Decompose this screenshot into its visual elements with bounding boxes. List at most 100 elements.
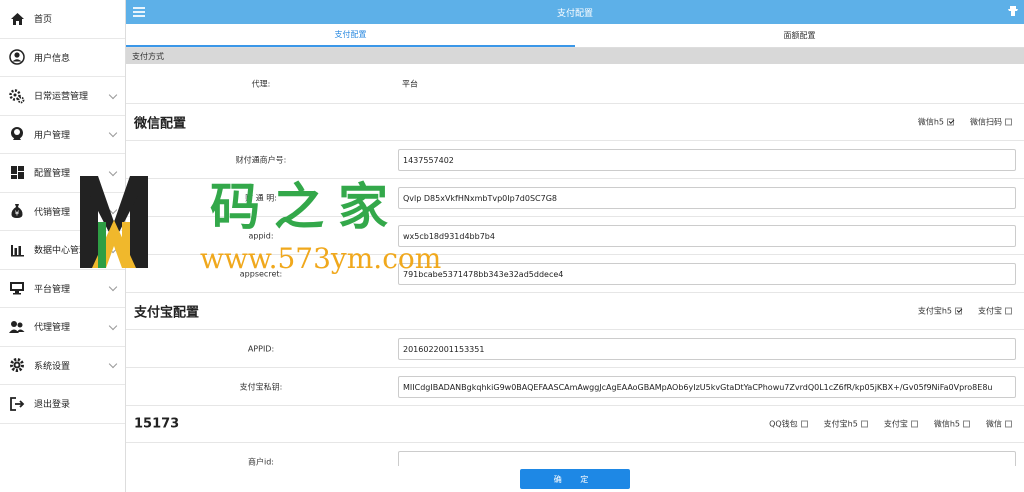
chevron-down-icon: [108, 167, 118, 176]
wechat-config-title: 微信配置: [134, 116, 187, 132]
monitor-icon: [8, 279, 26, 297]
alipay-checkbox[interactable]: [1005, 307, 1012, 315]
tab-bar: 支付配置 面额配置: [126, 24, 1024, 48]
sidebar-item-label: 系统设置: [34, 361, 71, 372]
sidebar-item-platform[interactable]: 平台管理: [0, 270, 125, 308]
menu-toggle-icon[interactable]: [133, 7, 145, 17]
sidebar: 首页 用户信息 日常运营管理 用户管理 配置管理 ¥ 代销管理 数据中心管理 平…: [0, 0, 126, 492]
sidebar-item-agent[interactable]: 代理管理: [0, 308, 125, 347]
user-hat-icon[interactable]: [1007, 5, 1019, 20]
chevron-down-icon: [108, 283, 118, 292]
sidebar-item-config[interactable]: 配置管理: [0, 154, 125, 193]
alipay-15173-checkbox[interactable]: [910, 420, 918, 428]
gears-icon: [8, 87, 26, 105]
agent-value: 平台: [402, 79, 418, 88]
wechat-config-header: 微信配置 微信h5 微信扫码: [126, 104, 1024, 141]
chevron-down-icon: [108, 244, 118, 253]
wechat-appsecret-input[interactable]: 791bcabe5371478bb343e32ad5ddece4: [398, 263, 1016, 285]
alipay-h5-option[interactable]: 支付宝h5: [918, 306, 962, 317]
agent-row: 代理: 平台: [126, 64, 1024, 104]
confirm-button[interactable]: 确 定: [520, 469, 630, 489]
sidebar-item-label: 首页: [34, 15, 53, 26]
sidebar-item-label: 用户管理: [34, 130, 71, 141]
group-15173-options: QQ钱包 支付宝h5 支付宝 微信h5 微信: [769, 419, 1012, 430]
users-icon: [8, 318, 26, 336]
wechat-merchant-input[interactable]: 1437557402: [398, 149, 1016, 171]
wechat-h5-checkbox[interactable]: [947, 118, 954, 126]
main-content: 支付配置 支付配置 面额配置 支付方式 代理: 平台 微信配置 微信h5 微信扫…: [126, 0, 1024, 492]
money-bag-icon: ¥: [8, 202, 26, 220]
wechat-options: 微信h5 微信扫码: [918, 117, 1012, 128]
chevron-down-icon: [108, 360, 118, 369]
group-15173-header: 15173 QQ钱包 支付宝h5 支付宝 微信h5 微信: [126, 406, 1024, 443]
sidebar-item-user-info[interactable]: 用户信息: [0, 39, 125, 77]
home-icon: [8, 10, 26, 28]
wechat-scan-option[interactable]: 微信扫码: [970, 117, 1012, 128]
alipay-appid-row: APPID: 2016022001153351: [126, 330, 1024, 368]
wechat-key-input[interactable]: Qvlp D85xVkfHNxmbTvp0Ip7d0SC7G8: [398, 187, 1016, 209]
sidebar-item-data-center[interactable]: 数据中心管理: [0, 231, 125, 270]
field-label: 财 通 明:: [245, 193, 277, 202]
sidebar-item-label: 日常运营管理: [34, 92, 89, 103]
alipay-appid-input[interactable]: 2016022001153351: [398, 338, 1016, 360]
alipay-15173-option[interactable]: 支付宝: [884, 419, 918, 430]
sidebar-item-settings[interactable]: 系统设置: [0, 347, 125, 385]
section-header-payment-method: 支付方式: [126, 48, 1024, 64]
header-bar: 支付配置: [126, 0, 1024, 24]
sidebar-item-label: 用户信息: [34, 53, 71, 64]
wechat-h5-15173-option[interactable]: 微信h5: [934, 419, 970, 430]
sidebar-item-label: 配置管理: [34, 169, 71, 180]
app-window: 首页 用户信息 日常运营管理 用户管理 配置管理 ¥ 代销管理 数据中心管理 平…: [0, 0, 1024, 492]
wechat-h5-option[interactable]: 微信h5: [918, 117, 954, 128]
alipay-config-title: 支付宝配置: [134, 305, 200, 321]
bar-chart-icon: [8, 241, 26, 259]
field-label: 财付通商户号:: [235, 155, 287, 164]
confirm-bar: 确 定: [126, 466, 1024, 492]
wechat-scan-checkbox[interactable]: [1005, 118, 1012, 126]
user-circle-icon: [8, 48, 26, 66]
chevron-down-icon: [108, 129, 118, 138]
field-label: 支付宝私钥:: [239, 382, 283, 391]
sidebar-item-logout[interactable]: 退出登录: [0, 385, 125, 424]
sidebar-item-label: 退出登录: [34, 400, 71, 411]
wechat-merchant-row: 财付通商户号: 1437557402: [126, 141, 1024, 179]
field-label: appid:: [248, 231, 274, 240]
dashboard-icon: [8, 164, 26, 182]
sidebar-item-home[interactable]: 首页: [0, 0, 125, 39]
tab-payment-config[interactable]: 支付配置: [126, 24, 575, 47]
wechat-appid-row: appid: wx5cb18d931d4bb7b4: [126, 217, 1024, 255]
alipay-option[interactable]: 支付宝: [978, 306, 1012, 317]
sidebar-item-label: 代销管理: [34, 207, 71, 218]
user-icon: [8, 125, 26, 143]
sidebar-item-label: 数据中心管理: [34, 246, 89, 257]
alipay-private-key-input[interactable]: MIICdgIBADANBgkqhkiG9w0BAQEFAASCAmAwggJc…: [398, 376, 1016, 398]
sidebar-item-label: 代理管理: [34, 323, 71, 334]
sidebar-item-consignment[interactable]: ¥ 代销管理: [0, 193, 125, 231]
wechat-key-row: 财 通 明: Qvlp D85xVkfHNxmbTvp0Ip7d0SC7G8: [126, 179, 1024, 217]
sidebar-item-user-manage[interactable]: 用户管理: [0, 116, 125, 154]
wechat-h5-15173-checkbox[interactable]: [963, 420, 970, 428]
agent-label: 代理:: [251, 79, 271, 88]
field-label: appsecret:: [239, 269, 283, 278]
wechat-15173-option[interactable]: 微信: [986, 419, 1012, 430]
wechat-appsecret-row: appsecret: 791bcabe5371478bb343e32ad5dde…: [126, 255, 1024, 293]
alipay-h5-15173-checkbox[interactable]: [860, 420, 868, 428]
tab-denomination-config[interactable]: 面额配置: [575, 24, 1024, 47]
svg-text:¥: ¥: [15, 210, 20, 218]
chevron-down-icon: [108, 90, 118, 99]
qq-wallet-checkbox[interactable]: [800, 420, 808, 428]
field-label: APPID:: [247, 344, 275, 353]
alipay-h5-15173-option[interactable]: 支付宝h5: [824, 419, 868, 430]
wechat-15173-checkbox[interactable]: [1005, 420, 1012, 428]
alipay-options: 支付宝h5 支付宝: [918, 306, 1012, 317]
sidebar-item-operations[interactable]: 日常运营管理: [0, 77, 125, 116]
logout-icon: [8, 395, 26, 413]
qq-wallet-option[interactable]: QQ钱包: [769, 419, 808, 430]
wechat-appid-input[interactable]: wx5cb18d931d4bb7b4: [398, 225, 1016, 247]
alipay-h5-checkbox[interactable]: [955, 307, 962, 315]
chevron-down-icon: [108, 321, 118, 330]
sidebar-item-label: 平台管理: [34, 284, 71, 295]
alipay-config-header: 支付宝配置 支付宝h5 支付宝: [126, 293, 1024, 330]
page-title: 支付配置: [556, 8, 593, 19]
gear-icon: [8, 356, 26, 374]
